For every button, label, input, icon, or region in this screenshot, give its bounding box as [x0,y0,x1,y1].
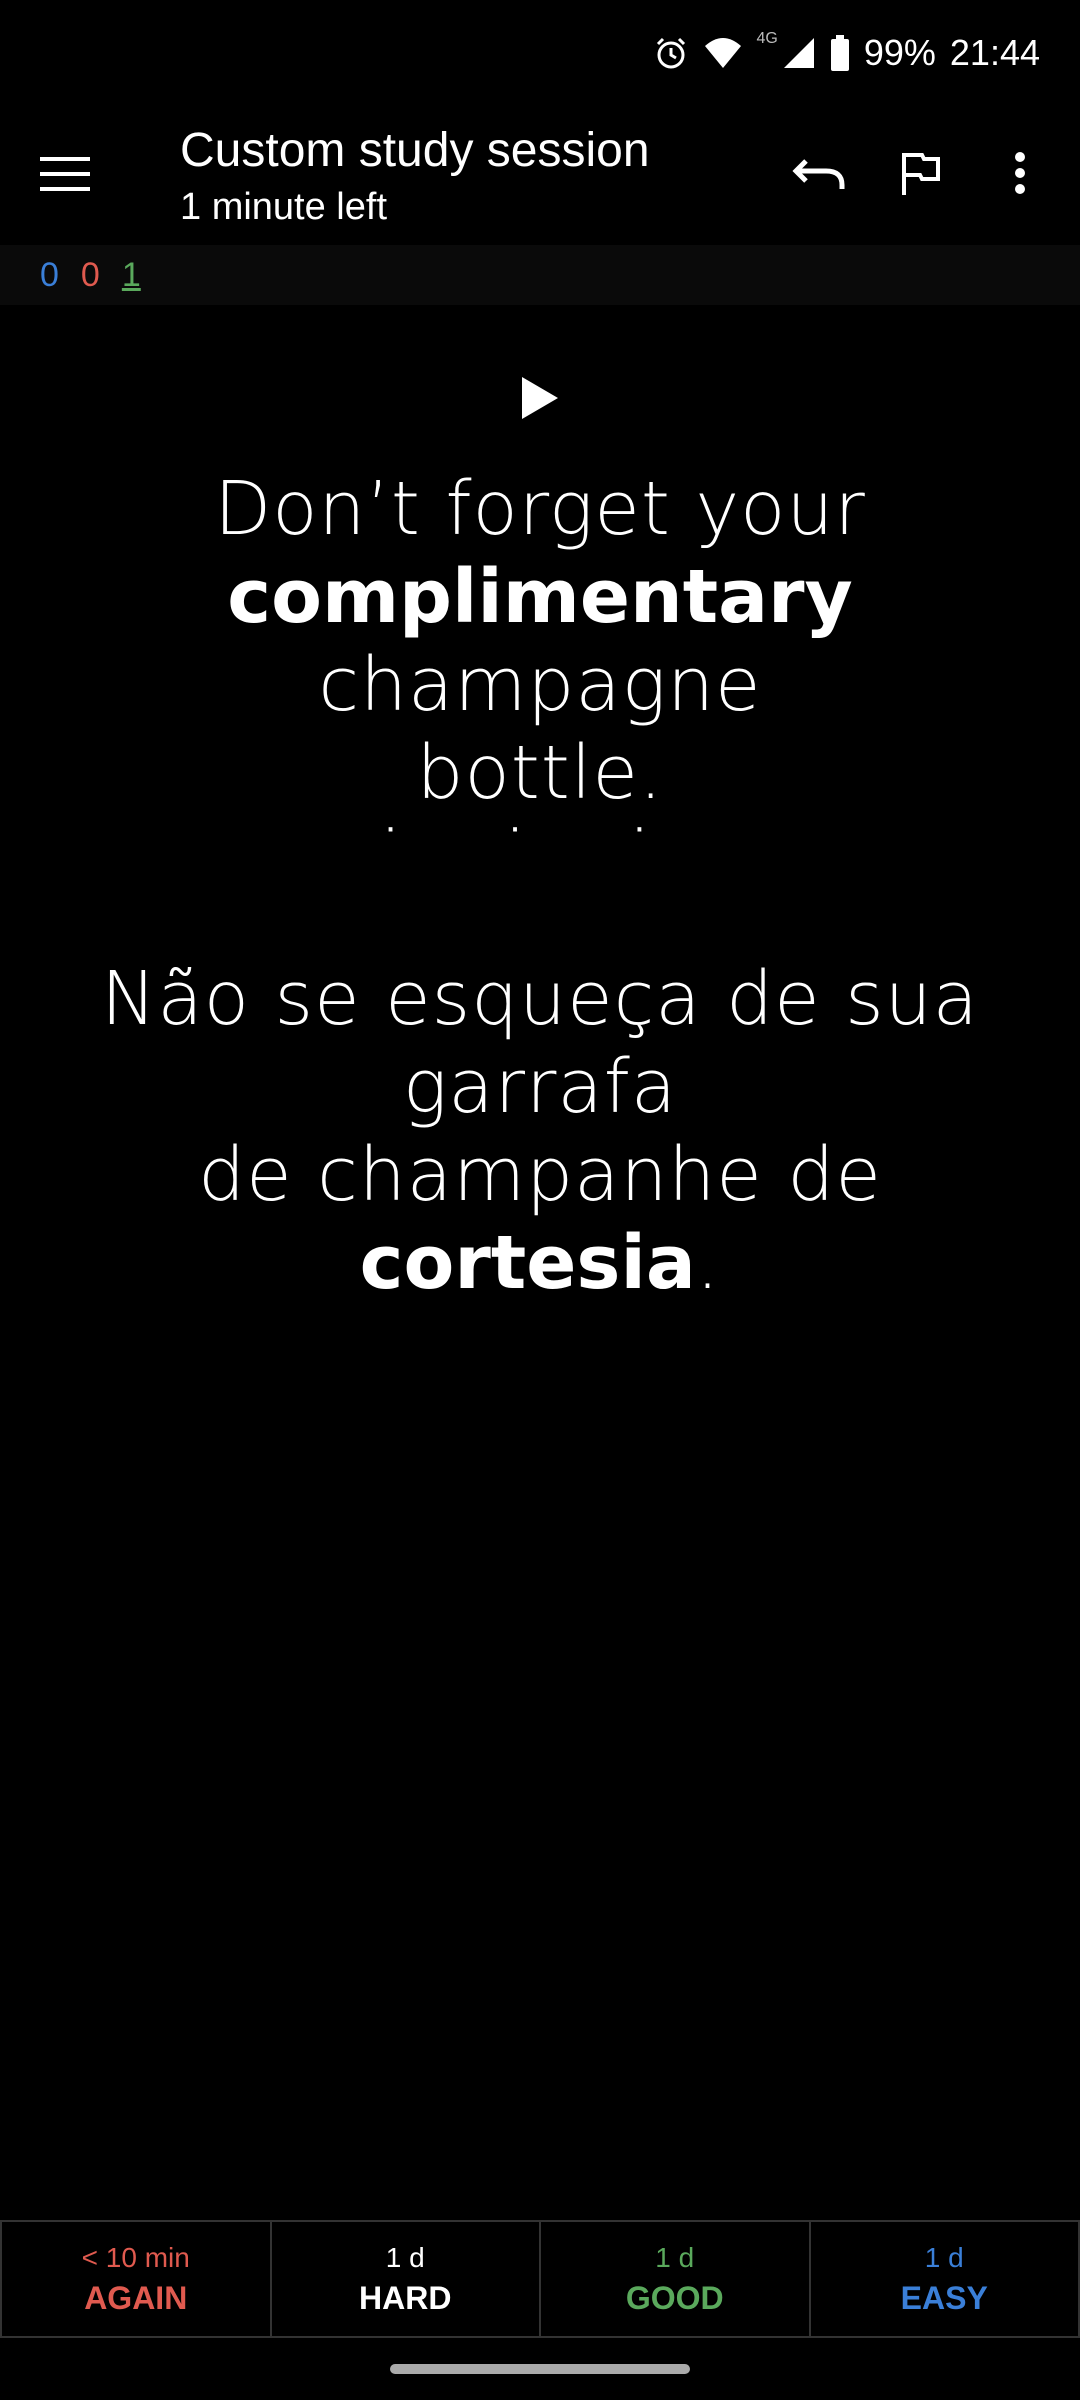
again-interval: < 10 min [81,2241,190,2273]
status-bar: 4G 99% 21:44 [0,0,1080,105]
answer-line-2-end: . [695,1220,721,1306]
again-label: AGAIN [84,2279,188,2316]
card-separator: · · · [383,805,697,849]
good-interval: 1 d [655,2241,695,2273]
ease-buttons: < 10 min AGAIN 1 d HARD 1 d GOOD 1 d EAS… [0,2220,1080,2338]
play-audio-icon[interactable] [520,375,570,425]
review-count: 1 [121,255,141,294]
battery-icon [830,34,850,71]
network-type: 4G [756,29,778,47]
easy-button[interactable]: 1 d EASY [810,2222,1080,2338]
toolbar-actions [790,143,1050,203]
question-line-3: bottle. [416,730,664,816]
home-indicator[interactable] [390,2364,690,2374]
easy-interval: 1 d [924,2241,964,2273]
alarm-icon [653,35,689,71]
clock: 21:44 [949,31,1040,73]
time-remaining: 1 minute left [180,186,387,228]
easy-label: EASY [900,2279,988,2316]
signal-icon [782,36,816,70]
menu-icon[interactable] [40,155,100,195]
flag-icon[interactable] [890,143,950,203]
question-bold-word: complimentary [227,554,853,640]
good-label: GOOD [625,2279,724,2316]
learning-count: 0 [80,255,100,294]
card-question: Don’t forget your complimentary champagn… [40,465,1040,817]
undo-icon[interactable] [790,143,850,203]
again-button[interactable]: < 10 min AGAIN [0,2222,272,2338]
hard-interval: 1 d [385,2241,425,2273]
study-screen: 4G 99% 21:44 Custom study session 1 minu… [0,0,1080,2400]
hard-button[interactable]: 1 d HARD [271,2222,541,2338]
new-count: 0 [40,255,59,294]
answer-bold-word: cortesia [359,1220,696,1306]
battery-percent: 99% [863,31,936,73]
card-counts: 0 0 1 [0,245,1080,305]
title-block: Custom study session 1 minute left [180,123,650,229]
answer-line-2-pre: de champanhe de [198,1132,882,1218]
page-title: Custom study session [180,124,650,177]
hard-label: HARD [359,2279,452,2316]
good-button[interactable]: 1 d GOOD [541,2222,811,2338]
more-vert-icon[interactable] [990,143,1050,203]
answer-line-1: Não se esqueça de sua garrafa [101,956,979,1130]
flashcard: Don’t forget your complimentary champagn… [0,305,1080,2215]
wifi-icon [703,36,743,70]
toolbar: Custom study session 1 minute left [0,105,1080,245]
question-line-1: Don’t forget your [214,466,866,552]
question-line-2-rest: champagne [318,642,762,728]
card-answer: Não se esqueça de sua garrafa de champan… [20,955,1060,1307]
